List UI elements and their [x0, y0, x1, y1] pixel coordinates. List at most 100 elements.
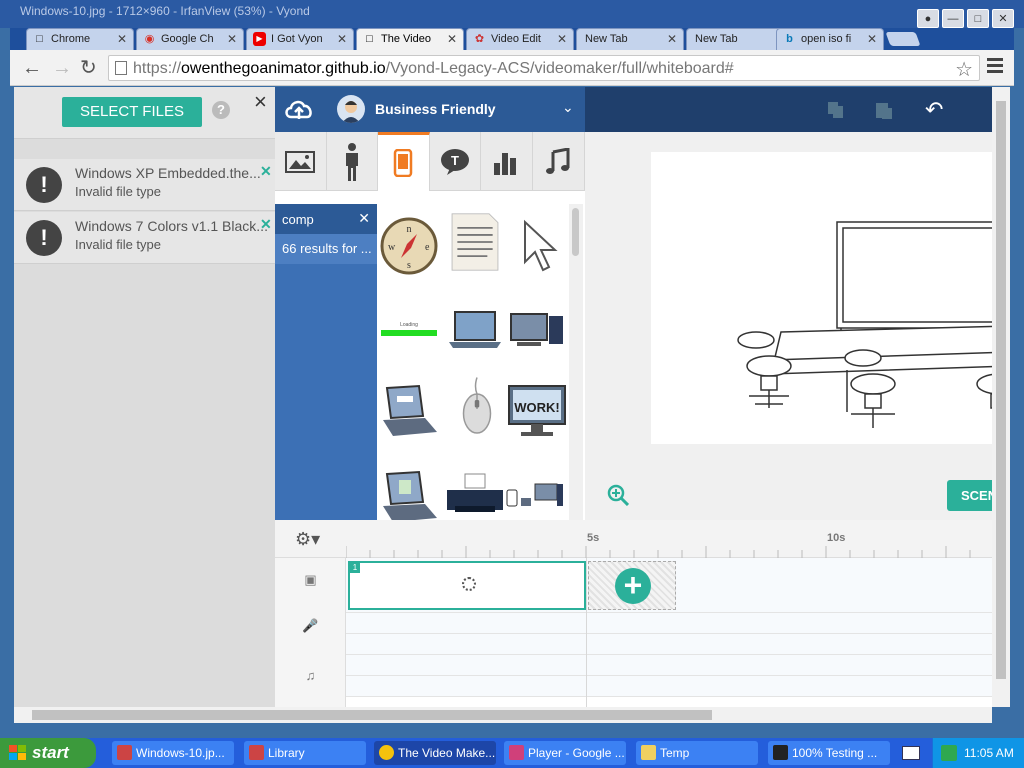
tab-the-video[interactable]: □ The Video ✕	[356, 28, 464, 51]
irfanview-icon	[249, 745, 264, 760]
clock[interactable]: 11:05 AM	[964, 746, 1014, 760]
start-button[interactable]: start	[0, 738, 96, 768]
tab-chrome[interactable]: □ Chrome ✕	[26, 28, 134, 50]
tab-video-edit[interactable]: ✿ Video Edit ✕	[466, 28, 574, 50]
music-track-icon: ♫	[305, 668, 316, 683]
timeline-divider	[586, 558, 587, 707]
keyboard-icon[interactable]	[902, 746, 920, 760]
help-icon[interactable]: ?	[212, 101, 230, 119]
tab-characters[interactable]	[327, 132, 379, 191]
document-asset[interactable]	[445, 212, 505, 272]
taskbar-item[interactable]: Temp	[636, 741, 758, 765]
new-tab-button[interactable]	[885, 32, 921, 46]
close-icon[interactable]: ✕	[667, 32, 677, 46]
forward-icon[interactable]: →	[52, 58, 72, 78]
tab-new-tab-1[interactable]: New Tab ✕	[576, 28, 684, 50]
tab-charts[interactable]	[481, 132, 533, 191]
remove-file-icon[interactable]: ✕	[260, 163, 272, 180]
close-icon[interactable]: ✕	[447, 32, 457, 46]
voice-track[interactable]	[346, 613, 1010, 634]
page-info-icon[interactable]	[115, 61, 127, 75]
printer-asset[interactable]	[445, 470, 505, 520]
upload-cloud-icon[interactable]	[283, 95, 315, 123]
reload-icon[interactable]: ↻	[80, 58, 97, 78]
zoom-in-icon[interactable]	[607, 484, 629, 506]
laptop-asset[interactable]	[445, 302, 505, 362]
file-name: Windows XP Embedded.the...	[75, 165, 261, 181]
tab-phone[interactable]	[378, 132, 430, 191]
video-camera-icon: ▣	[304, 572, 317, 587]
tab-youtube[interactable]: ▶ I Got Vyon ✕	[246, 28, 354, 50]
minimize-button[interactable]: —	[942, 9, 964, 28]
tab-props[interactable]	[275, 132, 327, 191]
tab-open-iso[interactable]: b open iso fi ✕	[776, 28, 884, 50]
network-icon[interactable]	[941, 745, 957, 761]
work-monitor-asset[interactable]: WORK!	[507, 382, 567, 442]
sound-track-3[interactable]	[346, 676, 1010, 697]
asset-scrollbar[interactable]	[569, 204, 583, 520]
window-title: Windows-10.jpg - 1712×960 - IrfanView (5…	[20, 4, 310, 18]
close-icon[interactable]: ✕	[867, 32, 877, 46]
close-panel-icon[interactable]: ×	[254, 89, 267, 115]
laptop-open-asset[interactable]	[379, 382, 439, 442]
gear-icon[interactable]: ⚙▾	[295, 529, 320, 550]
mouse-asset[interactable]	[447, 376, 507, 436]
close-icon[interactable]: ✕	[557, 32, 567, 46]
theme-name[interactable]: Business Friendly	[375, 101, 496, 117]
bookmark-star-icon[interactable]: ☆	[955, 57, 973, 82]
close-button[interactable]: ✕	[992, 9, 1014, 28]
search-term[interactable]: comp ✕	[275, 204, 377, 234]
address-bar[interactable]: https://owenthegoanimator.github.io/Vyon…	[108, 55, 980, 81]
svg-text:n: n	[407, 224, 412, 235]
cursor-asset[interactable]	[517, 218, 569, 278]
speech-bubble-icon: T	[441, 148, 470, 175]
tab-strip: □ Chrome ✕ ◉ Google Ch ✕ ▶ I Got Vyon ✕ …	[10, 28, 1014, 51]
add-scene-button[interactable]: +	[588, 561, 676, 610]
taskbar-item[interactable]: Player - Google ...	[504, 741, 626, 765]
results-count[interactable]: 66 results for ...	[275, 234, 377, 264]
paste-icon[interactable]	[873, 99, 895, 121]
scene-thumbnail[interactable]: 1	[348, 561, 586, 610]
svg-text:Loading: Loading	[400, 322, 418, 328]
scene-canvas[interactable]	[651, 152, 1010, 444]
chrome-menu-icon[interactable]	[987, 58, 1003, 76]
chevron-down-icon[interactable]: ⌄	[562, 99, 574, 116]
taskbar-item[interactable]: Windows-10.jp...	[112, 741, 234, 765]
tab-text[interactable]: T	[430, 132, 482, 191]
sound-track-1[interactable]	[346, 634, 1010, 655]
sound-track-2[interactable]	[346, 655, 1010, 676]
svg-text:s: s	[407, 260, 411, 271]
close-icon[interactable]: ✕	[337, 32, 347, 46]
start-label: start	[32, 743, 69, 762]
devices-asset[interactable]	[505, 470, 565, 520]
whiteboard-scene-illustration	[737, 221, 1010, 428]
page-icon: □	[366, 33, 373, 45]
svg-text:T: T	[451, 153, 459, 168]
back-icon[interactable]: ←	[22, 58, 42, 78]
compass-asset[interactable]: n sw e	[379, 216, 439, 276]
user-icon[interactable]: ●	[917, 9, 939, 28]
clear-search-icon[interactable]: ✕	[358, 210, 370, 227]
taskbar-item[interactable]: 100% Testing ...	[768, 741, 890, 765]
remove-file-icon[interactable]: ✕	[260, 216, 272, 233]
page-vertical-scrollbar[interactable]	[992, 87, 1010, 707]
tab-audio[interactable]	[533, 132, 585, 191]
close-icon[interactable]: ✕	[117, 32, 127, 46]
maximize-button[interactable]: □	[967, 9, 989, 28]
select-files-button[interactable]: SELECT FILES	[62, 97, 202, 127]
tab-label: The Video	[381, 33, 431, 45]
undo-icon[interactable]: ↶	[925, 97, 943, 123]
loading-bar-asset[interactable]: Loading	[379, 304, 439, 364]
theme-avatar[interactable]	[337, 95, 365, 123]
youtube-icon: ▶	[253, 32, 266, 46]
taskbar-item[interactable]: Library	[244, 741, 366, 765]
vyond-icon	[509, 745, 524, 760]
tab-google-chrome[interactable]: ◉ Google Ch ✕	[136, 28, 244, 50]
close-icon[interactable]: ✕	[227, 32, 237, 46]
copy-icon[interactable]	[825, 99, 847, 121]
desktop-computer-asset[interactable]	[507, 302, 567, 362]
chrome-icon	[379, 745, 394, 760]
laptop-green-asset[interactable]	[379, 468, 439, 520]
page-horizontal-scrollbar[interactable]	[14, 707, 992, 723]
taskbar-item-active[interactable]: The Video Make...	[374, 741, 496, 765]
